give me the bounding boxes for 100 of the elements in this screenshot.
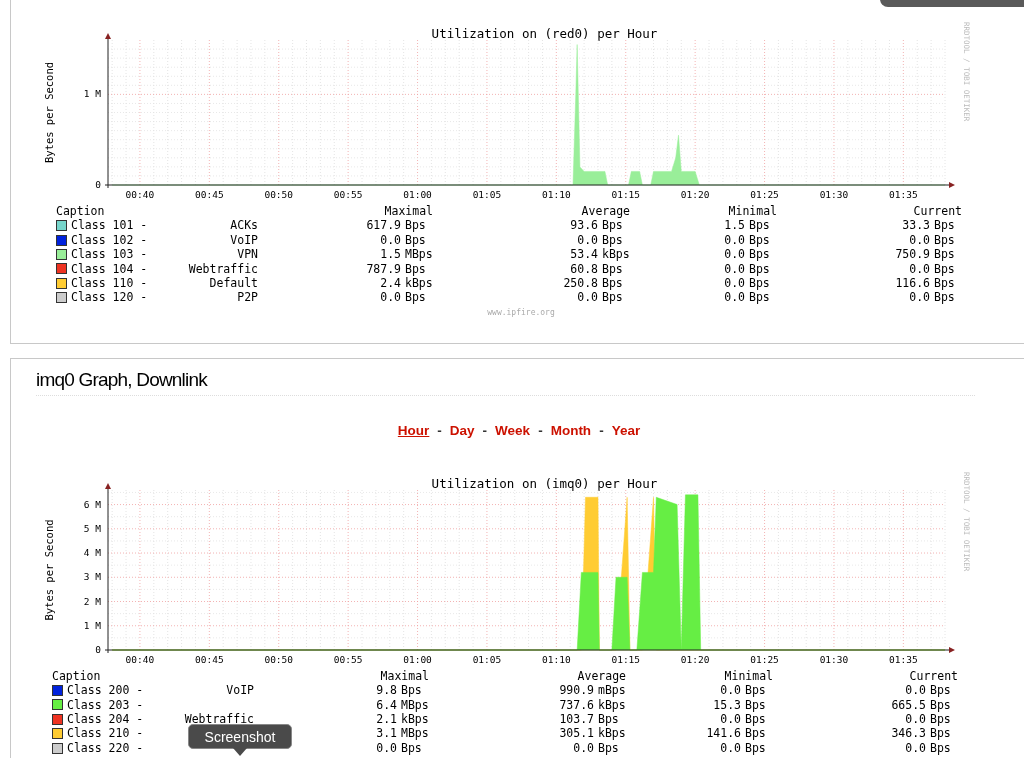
- tick-label: 00:50: [264, 653, 294, 665]
- stat-unit: Bps: [744, 697, 767, 713]
- stat-unit: Bps: [400, 740, 423, 756]
- separator-text: -: [538, 422, 543, 438]
- stat-value: 1.5: [379, 247, 401, 262]
- stat-value: 2.1: [375, 712, 397, 727]
- column-header: Minimal: [727, 204, 777, 219]
- stat-value: 15.3: [712, 697, 741, 713]
- stat-value: 0.0: [723, 232, 745, 248]
- column-header: Average: [580, 204, 630, 219]
- stat-unit: Bps: [929, 697, 952, 713]
- stat-unit: Bps: [601, 218, 624, 233]
- tick-label: 01:05: [472, 653, 502, 665]
- column-header: Current: [912, 204, 962, 219]
- tick-label: 00:45: [195, 189, 224, 200]
- class-name: Class 120 -: [71, 290, 148, 305]
- stat-value: 0.0: [908, 290, 930, 305]
- stat-unit: MBps: [404, 247, 433, 262]
- stat-value: 0.0: [904, 712, 926, 727]
- stat-value: 0.0: [379, 232, 401, 248]
- tick-label: 1 M: [83, 619, 101, 631]
- stat-value: 617.9: [365, 218, 401, 233]
- tick-label: 01:00: [403, 653, 432, 665]
- axis-label: Bytes per Second: [43, 61, 55, 164]
- tick-label: 01:20: [680, 189, 710, 200]
- separator-text: -: [437, 422, 442, 438]
- stat-value: 0.0: [572, 740, 594, 756]
- tick-label: 0: [95, 179, 101, 190]
- stat-value: 750.9: [894, 247, 930, 262]
- axis-label: Bytes per Second: [43, 519, 55, 621]
- stat-unit: Bps: [400, 683, 423, 698]
- stat-unit: Bps: [601, 290, 624, 305]
- stat-value: 0.0: [576, 232, 598, 248]
- tick-label: 2 M: [83, 595, 101, 607]
- stat-value: 0.0: [576, 290, 598, 305]
- tick-label: 01:30: [819, 653, 849, 665]
- stat-unit: Bps: [748, 218, 771, 233]
- class-name: Class 210 -: [67, 726, 144, 741]
- stat-unit: Bps: [933, 218, 956, 233]
- stat-unit: Bps: [601, 276, 624, 291]
- stat-value: 93.6: [569, 218, 598, 233]
- tick-label: 00:40: [125, 189, 155, 200]
- stat-value: 116.6: [894, 276, 930, 291]
- chart-title: Utilization on (imq0) per Hour: [431, 475, 658, 491]
- class-label: Webtraffic: [183, 712, 254, 727]
- stat-value: 737.6: [558, 697, 594, 713]
- footer-text: www.ipfire.org: [486, 307, 556, 317]
- tick-label: 01:20: [680, 653, 710, 665]
- tick-label: 01:35: [889, 653, 918, 665]
- tick-label: 01:15: [611, 653, 641, 665]
- stat-unit: MBps: [400, 726, 429, 741]
- separator-text: -: [599, 422, 604, 438]
- column-header: Maximal: [383, 204, 433, 219]
- stat-unit: Bps: [748, 232, 771, 248]
- stat-unit: Bps: [404, 232, 427, 248]
- stat-value: 9.8: [375, 683, 397, 698]
- stat-value: 60.8: [569, 261, 598, 277]
- tick-label: 01:25: [750, 653, 779, 665]
- chart-title: Utilization on (red0) per Hour: [431, 26, 658, 41]
- tick-label: 01:25: [750, 189, 779, 200]
- stat-value: 0.0: [908, 261, 930, 277]
- stat-value: 990.9: [558, 683, 594, 698]
- stat-value: 0.0: [719, 740, 741, 756]
- stat-value: 250.8: [562, 276, 598, 291]
- stat-unit: Bps: [929, 712, 952, 727]
- column-header: Maximal: [379, 668, 429, 684]
- separator-text: -: [482, 422, 488, 438]
- stat-value: 0.0: [375, 740, 397, 756]
- tick-label: 01:15: [611, 189, 641, 200]
- stat-value: 665.5: [890, 697, 926, 713]
- stat-value: 0.0: [719, 712, 741, 727]
- tick-label: 01:10: [542, 189, 571, 200]
- class-name: Class 110 -: [71, 276, 148, 291]
- stat-unit: Bps: [404, 290, 427, 305]
- class-name: Class 101 -: [71, 218, 148, 233]
- class-name: Class 103 -: [71, 247, 148, 262]
- stat-unit: Bps: [933, 261, 956, 277]
- tick-label: 00:55: [333, 189, 363, 200]
- stat-value: 0.0: [719, 683, 741, 698]
- stat-unit: Bps: [404, 218, 427, 233]
- stat-unit: Bps: [929, 740, 952, 756]
- stat-unit: Bps: [933, 247, 956, 262]
- stat-unit: Bps: [744, 726, 767, 741]
- column-header: Caption: [56, 204, 106, 219]
- tick-label: 01:35: [889, 189, 918, 200]
- column-header: Caption: [52, 668, 102, 684]
- stat-value: 0.0: [904, 683, 926, 698]
- class-name: Class 200 -: [67, 683, 144, 698]
- stat-unit: Bps: [744, 683, 767, 698]
- stat-unit: Bps: [929, 683, 952, 698]
- stat-value: 33.3: [901, 218, 930, 233]
- tick-label: 1 M: [83, 88, 101, 100]
- stat-unit: mBps: [597, 683, 626, 698]
- tick-label: 00:40: [125, 653, 155, 665]
- tick-label: 5 M: [83, 522, 101, 534]
- class-label: VoIP: [225, 683, 254, 698]
- class-name: Class 204 -: [67, 712, 144, 727]
- stat-unit: Bps: [744, 712, 767, 727]
- stat-value: 787.9: [365, 261, 401, 277]
- tick-label: 6 M: [83, 498, 101, 510]
